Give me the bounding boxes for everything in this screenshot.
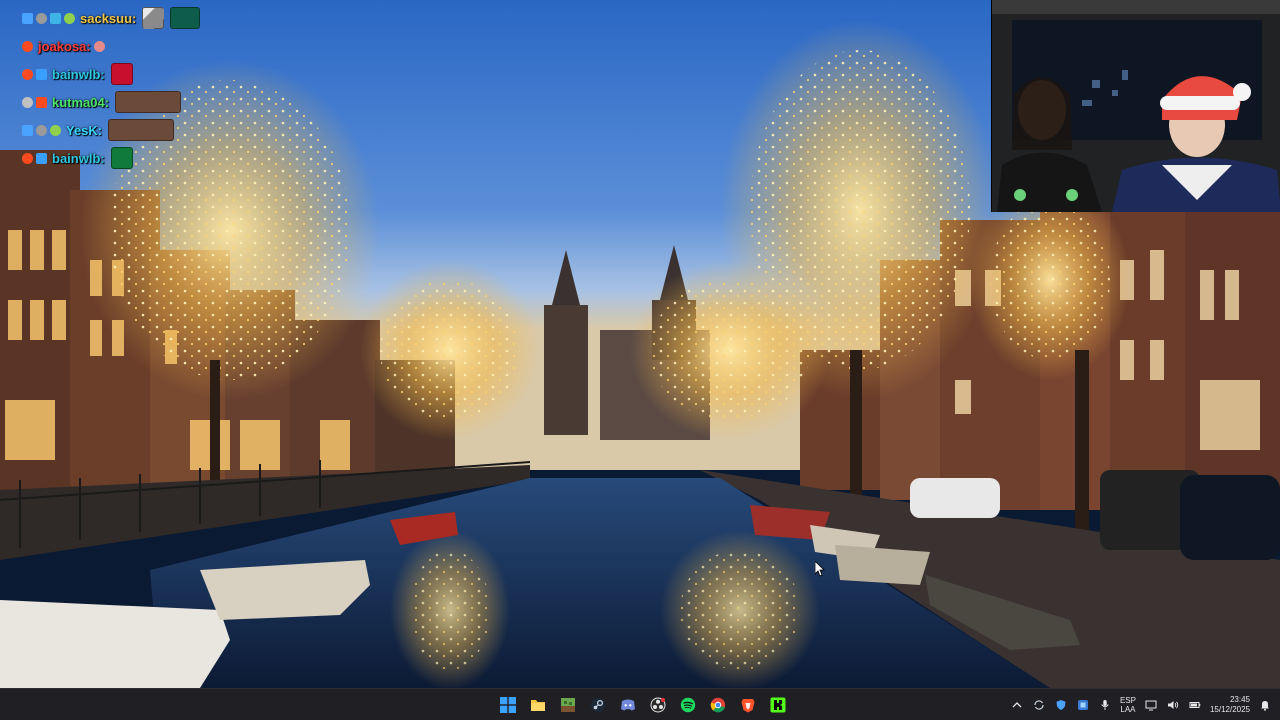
chat-username: sacksuu: — [80, 10, 137, 26]
taskbar-minecraft[interactable] — [556, 693, 580, 717]
subscriber-badge-icon — [64, 12, 75, 24]
taskbar-brave[interactable] — [736, 693, 760, 717]
taskbar-kick[interactable] — [766, 693, 790, 717]
moderator-badge-icon — [36, 124, 47, 136]
start-button[interactable] — [496, 693, 520, 717]
shield-icon — [1056, 700, 1066, 710]
language-code: ESP — [1119, 696, 1136, 705]
tray-sync[interactable] — [1032, 698, 1046, 712]
tray-security[interactable] — [1054, 698, 1068, 712]
keyboard-layout: LAA — [1120, 705, 1136, 714]
chat-message-1: joakosa: — [22, 32, 222, 60]
discord-icon — [621, 699, 635, 711]
chat-message-2: bainwlb: — [22, 60, 222, 88]
taskbar-steam[interactable] — [586, 693, 610, 717]
chrome-icon — [710, 697, 726, 713]
chat-message-0: sacksuu: — [22, 4, 222, 32]
chat-message-3: kutma04: — [22, 88, 222, 116]
input-language-indicator[interactable]: ESP LAA — [1120, 696, 1136, 714]
sync-icon — [1034, 700, 1044, 710]
taskbar-spotify[interactable] — [676, 693, 700, 717]
face-emote-icon — [115, 91, 182, 113]
stream-chat-overlay: sacksuu: joakosa: bainwlb: kutma04: YesK… — [22, 4, 222, 172]
taskbar-clock[interactable]: 23:45 15/12/2025 — [1210, 695, 1250, 715]
gem-badge-icon — [36, 152, 47, 164]
checkmark-badge-icon — [22, 12, 33, 24]
taskbar-chrome[interactable] — [706, 693, 730, 717]
taskbar-discord[interactable] — [616, 693, 640, 717]
robot-badge-icon — [22, 96, 33, 108]
chat-username: kutma04: — [52, 94, 110, 110]
chat-emote-icon — [170, 7, 201, 29]
sword-emote-icon — [142, 7, 165, 29]
kick-icon — [770, 697, 786, 713]
speaker-icon — [1167, 701, 1179, 709]
tray-battery[interactable] — [1188, 698, 1202, 712]
fire-badge-icon — [22, 40, 33, 52]
file-explorer-icon — [531, 700, 545, 711]
mouse-cursor-icon — [815, 561, 825, 577]
chat-message-4: YesK: — [22, 116, 222, 144]
chat-username: YesK: — [66, 122, 103, 138]
chevron-up-icon — [1012, 702, 1022, 708]
tray-app[interactable] — [1076, 698, 1090, 712]
gem-badge-icon — [36, 68, 47, 80]
obs-icon — [650, 697, 666, 713]
microphone-icon — [1101, 700, 1109, 710]
gem-badge-icon — [50, 12, 61, 24]
notification-bell-icon — [1261, 701, 1269, 711]
tray-network[interactable] — [1144, 698, 1158, 712]
minecraft-icon — [561, 698, 575, 712]
chat-username: joakosa: — [38, 38, 91, 54]
windows-taskbar: ESP LAA 23:45 15/12/2025 — [0, 688, 1280, 720]
brave-icon — [741, 699, 755, 713]
network-monitor-icon — [1145, 700, 1157, 711]
chat-username: bainwlb: — [52, 66, 105, 82]
taskbar-file-explorer[interactable] — [526, 693, 550, 717]
clock-time: 23:45 — [1229, 695, 1250, 704]
tray-microphone[interactable] — [1098, 698, 1112, 712]
subscriber-badge-icon — [50, 124, 61, 136]
chat-message-5: bainwlb: — [22, 144, 222, 172]
windows-start-icon — [500, 697, 516, 713]
fire-badge-icon — [22, 152, 33, 164]
system-tray: ESP LAA 23:45 15/12/2025 — [1010, 689, 1272, 720]
moderator-badge-icon — [36, 12, 47, 24]
taskbar-obs[interactable] — [646, 693, 670, 717]
clock-date: 15/12/2025 — [1209, 705, 1250, 714]
webcam-overlay — [991, 0, 1280, 212]
sparkle-badge-icon — [93, 40, 105, 52]
checkmark-badge-icon — [22, 124, 33, 136]
taskbar-app-list — [496, 689, 790, 720]
chat-username: bainwlb: — [52, 150, 105, 166]
tray-volume[interactable] — [1166, 698, 1180, 712]
fire-badge-icon — [22, 68, 33, 80]
show-hidden-icons-button[interactable] — [1010, 698, 1024, 712]
notifications-button[interactable] — [1258, 698, 1272, 712]
santa-emote-icon — [110, 63, 133, 85]
chat-emote-icon — [110, 147, 133, 169]
webcam-feed — [992, 0, 1280, 212]
spotify-icon — [680, 697, 696, 713]
tray-app-icon — [1077, 700, 1088, 710]
fire-badge-icon — [36, 96, 47, 108]
face-emote-icon — [108, 119, 175, 141]
battery-icon — [1189, 702, 1201, 708]
steam-icon — [591, 698, 605, 712]
